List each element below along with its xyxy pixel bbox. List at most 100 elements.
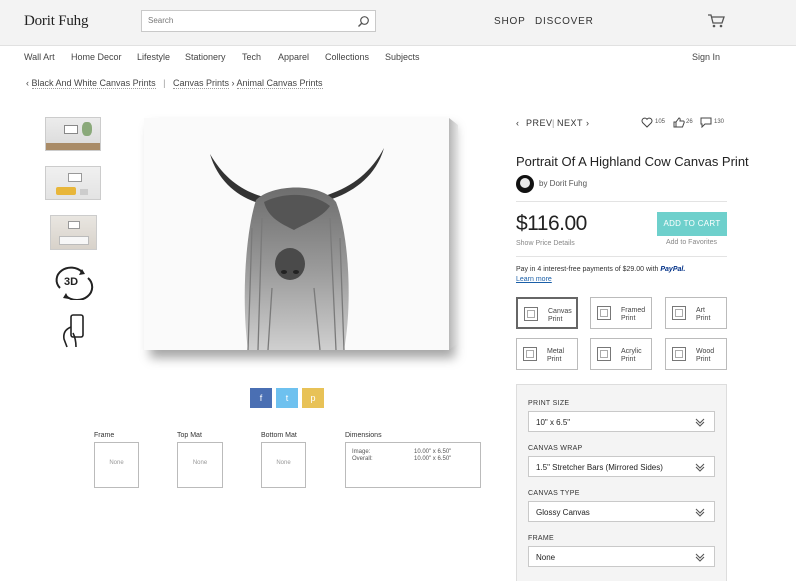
3d-label: 3D bbox=[64, 276, 79, 288]
nav-lifestyle[interactable]: Lifestyle bbox=[137, 52, 170, 62]
print-size-label: PRINT SIZE bbox=[528, 400, 570, 407]
add-to-cart-button[interactable]: ADD TO CART bbox=[657, 212, 727, 236]
nav-home-decor[interactable]: Home Decor bbox=[71, 52, 122, 62]
nav-shop[interactable]: SHOP bbox=[494, 16, 526, 27]
canvas-type-select[interactable]: Glossy Canvas bbox=[528, 501, 715, 522]
top-mat-summary-label: Top Mat bbox=[177, 432, 202, 439]
product-title: Portrait Of A Highland Cow Canvas Print bbox=[516, 154, 749, 169]
chevron-down-icon bbox=[695, 508, 705, 517]
site-logo[interactable]: Dorit Fuhg bbox=[24, 13, 88, 30]
view-in-room-phone-icon[interactable] bbox=[60, 313, 88, 349]
metal-print-icon bbox=[523, 347, 537, 361]
view-3d-button[interactable]: 3D bbox=[52, 266, 94, 300]
thumbnail-room-sofa[interactable] bbox=[45, 166, 101, 200]
frame-select-label: FRAME bbox=[528, 535, 554, 542]
print-type-art[interactable]: Art Print bbox=[665, 297, 727, 329]
nav-stationery[interactable]: Stationery bbox=[185, 52, 226, 62]
learn-more-link[interactable]: Learn more bbox=[516, 276, 552, 283]
framed-print-icon bbox=[597, 306, 611, 320]
print-type-metal[interactable]: Metal Print bbox=[516, 338, 578, 370]
print-type-label: Metal Print bbox=[547, 348, 565, 363]
dimensions-label: Dimensions bbox=[345, 432, 382, 439]
thumbnail-art bbox=[68, 221, 80, 229]
image-dimension-label: Image: bbox=[352, 449, 371, 455]
image-dimension-value: 10.00" x 6.50" bbox=[414, 449, 452, 455]
paypal-installment-text: Pay in 4 interest-free payments of $29.0… bbox=[516, 266, 685, 273]
heart-icon[interactable] bbox=[641, 117, 653, 128]
floor bbox=[46, 143, 100, 150]
frame-summary-box[interactable]: None bbox=[94, 442, 139, 488]
overall-dimension-value: 10.00" x 6.50" bbox=[414, 456, 452, 462]
product-image[interactable] bbox=[144, 118, 449, 351]
cart-icon[interactable] bbox=[707, 13, 725, 29]
print-type-canvas[interactable]: Canvas Print bbox=[516, 297, 578, 329]
frame-summary-value: None bbox=[109, 460, 124, 466]
chevron-down-icon bbox=[695, 553, 705, 562]
wood-print-icon bbox=[672, 347, 686, 361]
nav-apparel[interactable]: Apparel bbox=[278, 52, 309, 62]
breadcrumb-link[interactable]: Black And White Canvas Prints bbox=[31, 78, 156, 89]
sign-in-link[interactable]: Sign In bbox=[692, 52, 720, 62]
search-bar[interactable]: Search bbox=[141, 10, 376, 32]
artist-avatar[interactable] bbox=[516, 175, 534, 193]
print-type-wood[interactable]: Wood Print bbox=[665, 338, 727, 370]
show-price-details-link[interactable]: Show Price Details bbox=[516, 240, 575, 247]
art-print-icon bbox=[672, 306, 686, 320]
product-price: $116.00 bbox=[516, 212, 587, 235]
canvas-wrap-value: 1.5" Stretcher Bars (Mirrored Sides) bbox=[536, 463, 663, 472]
prev-link[interactable]: PREV bbox=[526, 118, 553, 128]
canvas-wrap-label: CANVAS WRAP bbox=[528, 445, 583, 452]
acrylic-print-icon bbox=[597, 347, 611, 361]
sofa-decor bbox=[56, 187, 76, 195]
nav-discover[interactable]: DISCOVER bbox=[535, 16, 594, 27]
frame-select-value: None bbox=[536, 553, 556, 562]
breadcrumb-separator: | bbox=[163, 78, 166, 88]
table-decor bbox=[80, 189, 88, 195]
canvas-wrap-select[interactable]: 1.5" Stretcher Bars (Mirrored Sides) bbox=[528, 456, 715, 477]
dimensions-box: Image: 10.00" x 6.50" Overall: 10.00" x … bbox=[345, 442, 481, 488]
chevron-left-icon: ‹ bbox=[26, 78, 29, 88]
thumbnail-room-bed[interactable] bbox=[50, 215, 97, 250]
chevron-left-icon[interactable]: ‹ bbox=[516, 118, 520, 128]
chevron-down-icon bbox=[695, 418, 705, 427]
thumbs-up-icon[interactable] bbox=[673, 117, 685, 128]
artist-link[interactable]: by Dorit Fuhg bbox=[539, 179, 587, 188]
bottom-mat-summary-box[interactable]: None bbox=[261, 442, 306, 488]
paypal-logo: PayPal. bbox=[660, 266, 686, 273]
nav-subjects[interactable]: Subjects bbox=[385, 52, 420, 62]
add-to-favorites-link[interactable]: Add to Favorites bbox=[666, 239, 717, 246]
pinterest-share-button[interactable]: p bbox=[302, 388, 324, 408]
thumbs-count: 26 bbox=[686, 119, 693, 125]
plant-decor bbox=[82, 122, 92, 136]
top-mat-summary-value: None bbox=[192, 460, 208, 466]
print-size-value: 10" x 6.5" bbox=[536, 418, 571, 427]
chevron-down-icon bbox=[695, 463, 705, 472]
print-type-label: Acrylic Print bbox=[621, 348, 642, 363]
thumbnail-canvas[interactable] bbox=[45, 117, 101, 151]
search-input[interactable]: Search bbox=[148, 16, 173, 25]
thumbnail-art bbox=[68, 173, 82, 182]
canvas-type-label: CANVAS TYPE bbox=[528, 490, 580, 497]
breadcrumb-link[interactable]: Animal Canvas Prints bbox=[236, 78, 323, 89]
overall-dimension-label: Overall: bbox=[352, 456, 373, 462]
facebook-share-button[interactable]: f bbox=[250, 388, 272, 408]
nav-tech[interactable]: Tech bbox=[242, 52, 261, 62]
comment-icon[interactable] bbox=[700, 117, 712, 128]
twitter-share-button[interactable]: t bbox=[276, 388, 298, 408]
search-icon[interactable] bbox=[357, 15, 370, 28]
nav-collections[interactable]: Collections bbox=[325, 52, 369, 62]
next-link[interactable]: NEXT bbox=[557, 118, 583, 128]
print-type-label: Art Print bbox=[696, 307, 711, 322]
print-type-acrylic[interactable]: Acrylic Print bbox=[590, 338, 652, 370]
print-type-label: Canvas Print bbox=[548, 308, 572, 323]
breadcrumb-link[interactable]: Canvas Prints bbox=[172, 78, 229, 89]
print-type-label: Framed Print bbox=[621, 307, 646, 322]
chevron-right-icon[interactable]: › bbox=[586, 118, 590, 128]
nav-wall-art[interactable]: Wall Art bbox=[24, 52, 55, 62]
print-type-label: Wood Print bbox=[696, 348, 715, 363]
frame-select[interactable]: None bbox=[528, 546, 715, 567]
print-type-framed[interactable]: Framed Print bbox=[590, 297, 652, 329]
canvas-print-icon bbox=[524, 307, 538, 321]
top-mat-summary-box[interactable]: None bbox=[177, 442, 223, 488]
print-size-select[interactable]: 10" x 6.5" bbox=[528, 411, 715, 432]
